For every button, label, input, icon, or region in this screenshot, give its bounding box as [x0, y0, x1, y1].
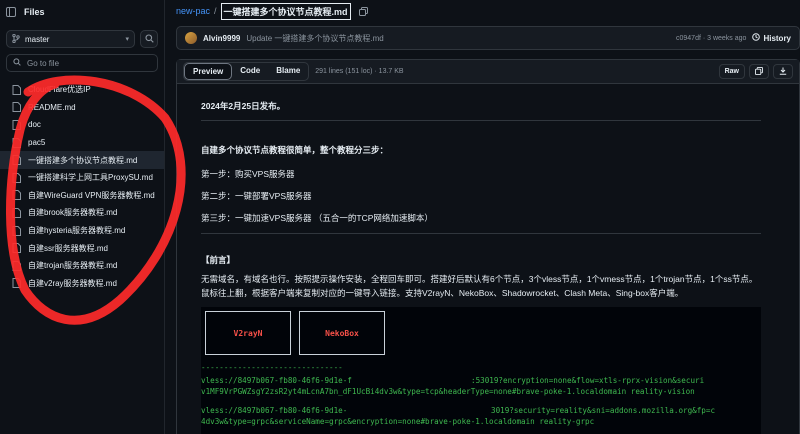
file-icon [12, 190, 22, 201]
code-line: vless://8497b067-fb80-46f6-9d1e-f [201, 376, 352, 385]
view-mode-tabs: Preview Code Blame [183, 62, 310, 81]
file-content-viewer: Preview Code Blame 291 lines (151 loc) ·… [176, 59, 800, 434]
search-icon [144, 33, 154, 45]
tab-blame[interactable]: Blame [268, 63, 308, 80]
file-tree-sidebar: Files master ▾ Go to file CloudFlare优选IP… [0, 0, 165, 434]
file-icon [12, 278, 22, 289]
file-viewer-main: new-pac / 一键搭建多个协议节点教程.md Alvin9999 Upda… [166, 0, 800, 434]
file-tree-item-label: 自建trojan服务器教程.md [28, 261, 118, 271]
file-tree-item[interactable]: CloudFlare优选IP [0, 81, 164, 99]
file-tree-item[interactable]: pac5 [0, 134, 164, 152]
go-to-file-input[interactable]: Go to file [6, 54, 158, 72]
clock-icon [752, 33, 761, 43]
file-icon [12, 102, 22, 113]
raw-button[interactable]: Raw [718, 64, 745, 79]
code-line: 4dv3w&type=grpc&serviceName=grpc&encrypt… [201, 417, 595, 426]
search-button[interactable] [140, 30, 158, 48]
sidebar-header: Files [0, 0, 164, 24]
file-icon [12, 225, 22, 236]
download-button[interactable] [773, 64, 793, 79]
chevron-down-icon: ▾ [125, 36, 129, 43]
file-icon [12, 207, 22, 218]
file-tree-item[interactable]: 一键搭建多个协议节点教程.md [0, 151, 164, 169]
doc-step-3: 第三步：一键加速VPS服务器 （五合一的TCP网络加速脚本） [201, 213, 433, 223]
v2rayn-label: V2rayN [205, 311, 291, 355]
tab-preview[interactable]: Preview [184, 63, 233, 80]
breadcrumb-current-file: 一键搭建多个协议节点教程.md [220, 2, 351, 20]
file-icon [12, 119, 22, 130]
file-tree-item-label: README.md [28, 102, 76, 112]
file-tree-item-label: 自建WireGuard VPN服务器教程.md [28, 190, 155, 200]
go-to-file-placeholder: Go to file [27, 58, 60, 68]
file-tree-item-label: 自建v2ray服务器教程.md [28, 278, 117, 288]
commit-meta[interactable]: c0947df · 3 weeks ago [676, 35, 746, 42]
file-list: CloudFlare优选IP README.md doc pac5 一键搭建多个协议节点… [0, 81, 164, 292]
copy-path-icon[interactable] [358, 6, 368, 16]
branch-icon [12, 33, 20, 45]
file-tree-item-label: 自建hysteria服务器教程.md [28, 226, 126, 236]
file-tree-item[interactable]: doc [0, 116, 164, 134]
file-tree-item-label: doc [28, 120, 41, 130]
file-icon [12, 155, 22, 166]
code-line: 3019?security=reality&sni=addons.mozilla… [491, 406, 716, 415]
file-icon [12, 137, 22, 148]
file-icon [12, 172, 22, 183]
file-toolbar: Preview Code Blame 291 lines (151 loc) ·… [177, 60, 799, 84]
code-line: ------------------------------- [201, 363, 343, 372]
file-tree-item[interactable]: 自建WireGuard VPN服务器教程.md [0, 187, 164, 205]
commit-message[interactable]: Update 一键搭建多个协议节点教程.md [246, 33, 383, 44]
history-label: History [763, 33, 791, 43]
file-tree-item[interactable]: 一键搭建科学上网工具ProxySU.md [0, 169, 164, 187]
file-tree-item-label: pac5 [28, 138, 46, 148]
tab-code[interactable]: Code [232, 63, 268, 80]
file-tree-item[interactable]: 自建trojan服务器教程.md [0, 257, 164, 275]
breadcrumb-repo-link[interactable]: new-pac [176, 6, 210, 16]
file-tree-item[interactable]: README.md [0, 99, 164, 117]
breadcrumb-separator: / [214, 6, 217, 16]
code-line: v1MF9VrPGWZsgY2zsR2yt4mLcnA7bn_dF1UcBi4d… [201, 387, 695, 396]
file-tree-item-label: 一键搭建科学上网工具ProxySU.md [28, 173, 153, 183]
search-icon [13, 58, 21, 68]
doc-date: 2024年2月25日发布。 [201, 101, 286, 111]
file-tree-item[interactable]: 自建hysteria服务器教程.md [0, 222, 164, 240]
latest-commit-bar: Alvin9999 Update 一键搭建多个协议节点教程.md c0947df… [176, 26, 800, 50]
sidebar-title: Files [24, 7, 45, 17]
file-tree-item-label: 自建ssr服务器教程.md [28, 243, 108, 253]
copy-icon [755, 66, 763, 77]
file-tree-item-label: 一键搭建多个协议节点教程.md [28, 155, 138, 165]
breadcrumb: new-pac / 一键搭建多个协议节点教程.md [166, 0, 800, 22]
sidebar-toggle-icon[interactable] [6, 7, 16, 17]
divider [201, 233, 761, 234]
file-icon [12, 243, 22, 254]
copy-raw-button[interactable] [749, 64, 769, 79]
code-line: vless://8497b067-fb80-46f6-9d1e- [201, 406, 348, 415]
branch-selector[interactable]: master ▾ [6, 30, 135, 48]
file-tree-item[interactable]: 自建ssr服务器教程.md [0, 239, 164, 257]
code-line: :53019?encryption=none&flow=xtls-rprx-vi… [471, 376, 705, 385]
doc-step-1: 第一步：购买VPS服务器 [201, 169, 295, 179]
code-block: V2rayN NekoBox -------------------------… [201, 307, 761, 434]
commit-author[interactable]: Alvin9999 [203, 34, 240, 43]
preface-text: 无需域名，有域名也行。按照提示操作安装，全程回车即可。搭建好后默认有6个节点，3… [201, 274, 758, 298]
file-size-info: 291 lines (151 loc) · 13.7 KB [315, 68, 404, 75]
avatar[interactable] [185, 32, 197, 44]
download-icon [779, 67, 787, 77]
history-button[interactable]: History [752, 33, 791, 43]
file-tree-item-label: CloudFlare优选IP [28, 85, 91, 95]
preface-heading: 【前言】 [201, 255, 236, 265]
doc-intro: 自建多个协议节点教程很简单，整个教程分三步： [201, 145, 389, 155]
file-tree-item[interactable]: 自建v2ray服务器教程.md [0, 275, 164, 293]
file-tree-item[interactable]: 自建brook服务器教程.md [0, 204, 164, 222]
doc-step-2: 第二步：一键部署VPS服务器 [201, 191, 312, 201]
branch-name: master [25, 34, 50, 44]
file-tree-item-label: 自建brook服务器教程.md [28, 208, 118, 218]
file-icon [12, 84, 22, 95]
nekobox-label: NekoBox [299, 311, 385, 355]
file-icon [12, 260, 22, 271]
divider [201, 120, 761, 121]
